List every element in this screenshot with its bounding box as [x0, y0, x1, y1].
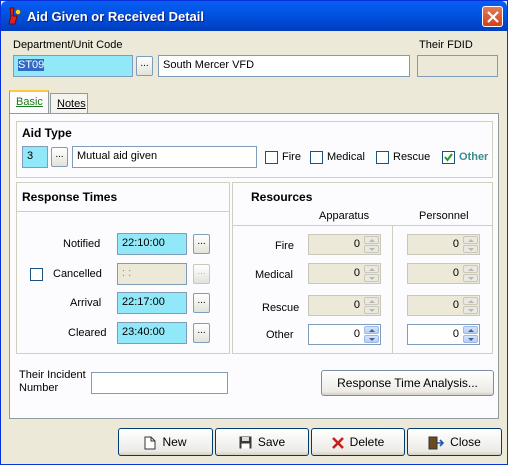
notified-time-button[interactable]: ...	[193, 234, 210, 254]
medical-personnel-spinner[interactable]: 0	[407, 263, 480, 284]
aid-type-lookup-button[interactable]: ...	[51, 147, 68, 167]
cleared-label: Cleared	[68, 327, 107, 339]
medical-apparatus-spinner[interactable]: 0	[308, 263, 381, 284]
fire-apparatus-value: 0	[353, 238, 360, 250]
new-button[interactable]: New	[118, 428, 213, 456]
resource-fire-label: Fire	[275, 240, 294, 252]
resource-medical-label: Medical	[255, 269, 293, 281]
rescue-checkbox-label: Rescue	[393, 151, 431, 163]
save-button-label: Save	[257, 435, 286, 449]
cancelled-time-button[interactable]: ...	[193, 264, 210, 284]
exit-door-icon	[428, 436, 445, 450]
apparatus-column-header: Apparatus	[319, 210, 370, 222]
aid-detail-window: Aid Given or Received Detail Department/…	[0, 0, 508, 465]
other-apparatus-value: 0	[353, 328, 360, 340]
window-title: Aid Given or Received Detail	[27, 9, 205, 24]
aid-type-description-input[interactable]: Mutual aid given	[72, 146, 257, 168]
new-document-icon	[144, 436, 156, 450]
incident-number-label-line1: Their Incident	[19, 369, 86, 381]
notified-label: Notified	[63, 238, 101, 250]
incident-number-label-line2: Number	[19, 382, 59, 394]
response-time-analysis-button[interactable]: Response Time Analysis...	[321, 370, 494, 396]
other-checkbox-label: Other	[459, 151, 489, 163]
floppy-disk-icon	[239, 436, 252, 449]
other-personnel-value: 0	[452, 328, 459, 340]
response-times-heading: Response Times	[22, 190, 118, 204]
dept-name-input[interactable]: South Mercer VFD	[158, 55, 410, 77]
aid-type-group: Aid Type 3 ... Mutual aid given Fire Med…	[16, 121, 493, 178]
medical-personnel-value: 0	[452, 267, 459, 279]
incident-number-input[interactable]	[91, 372, 228, 394]
dept-code-value: ST09	[18, 59, 45, 71]
cancelled-checkbox[interactable]	[30, 268, 43, 281]
tab-basic-label: Basic	[16, 96, 43, 108]
rescue-apparatus-value: 0	[353, 299, 360, 311]
delete-button-label: Delete	[349, 435, 385, 449]
rescue-apparatus-spinner[interactable]: 0	[308, 295, 381, 316]
rescue-checkbox[interactable]	[376, 151, 389, 164]
dept-lookup-button[interactable]: ...	[136, 56, 153, 76]
resource-rescue-label: Rescue	[262, 302, 300, 314]
medical-checkbox-label: Medical	[327, 151, 365, 163]
new-button-label: New	[162, 435, 187, 449]
fire-personnel-spinner[interactable]: 0	[407, 234, 480, 255]
tab-notes-label: Notes	[57, 98, 86, 110]
basic-tab-panel: Aid Type 3 ... Mutual aid given Fire Med…	[9, 113, 499, 419]
delete-button[interactable]: Delete	[311, 428, 405, 456]
checkmark-icon	[444, 153, 453, 162]
dept-code-input[interactable]: ST09	[13, 55, 133, 77]
response-times-group: Response Times Notified 22:10:00 ... Can…	[16, 182, 230, 354]
arrival-time-input[interactable]: 22:17:00	[117, 292, 187, 314]
other-personnel-spinner[interactable]: 0	[407, 324, 480, 345]
close-button[interactable]: Close	[407, 428, 502, 456]
medical-apparatus-value: 0	[353, 267, 360, 279]
resources-group: Resources Apparatus Personnel Fire 0 0 M…	[232, 182, 493, 354]
aid-type-heading: Aid Type	[22, 126, 72, 140]
other-apparatus-spinner[interactable]: 0	[308, 324, 381, 345]
cancelled-time-input[interactable]: : :	[117, 263, 187, 285]
notified-time-input[interactable]: 22:10:00	[117, 233, 187, 255]
delete-x-icon	[331, 436, 344, 449]
cancelled-label: Cancelled	[53, 268, 102, 280]
close-window-button[interactable]	[482, 6, 503, 27]
resource-other-label: Other	[266, 329, 294, 341]
medical-checkbox[interactable]	[310, 151, 323, 164]
cleared-time-button[interactable]: ...	[193, 323, 210, 343]
fire-checkbox[interactable]	[265, 151, 278, 164]
fdid-input[interactable]	[417, 55, 498, 77]
rescue-personnel-spinner[interactable]: 0	[407, 295, 480, 316]
arrival-label: Arrival	[70, 297, 102, 309]
rescue-personnel-value: 0	[452, 299, 459, 311]
close-icon	[487, 11, 499, 23]
dept-code-label: Department/Unit Code	[13, 39, 123, 51]
title-bar[interactable]: Aid Given or Received Detail	[1, 1, 507, 31]
arrival-time-button[interactable]: ...	[193, 293, 210, 313]
fire-personnel-value: 0	[452, 238, 459, 250]
cleared-time-input[interactable]: 23:40:00	[117, 322, 187, 344]
app-icon	[8, 7, 21, 25]
tab-notes[interactable]: Notes	[50, 93, 88, 115]
other-checkbox[interactable]	[442, 151, 455, 164]
fire-apparatus-spinner[interactable]: 0	[308, 234, 381, 255]
save-button[interactable]: Save	[215, 428, 309, 456]
fdid-label: Their FDID	[419, 39, 473, 51]
personnel-column-header: Personnel	[419, 210, 469, 222]
aid-type-code-input[interactable]: 3	[22, 146, 48, 168]
tab-basic[interactable]: Basic	[9, 90, 49, 115]
resources-heading: Resources	[251, 190, 313, 204]
fire-checkbox-label: Fire	[282, 151, 301, 163]
close-button-label: Close	[450, 435, 481, 449]
